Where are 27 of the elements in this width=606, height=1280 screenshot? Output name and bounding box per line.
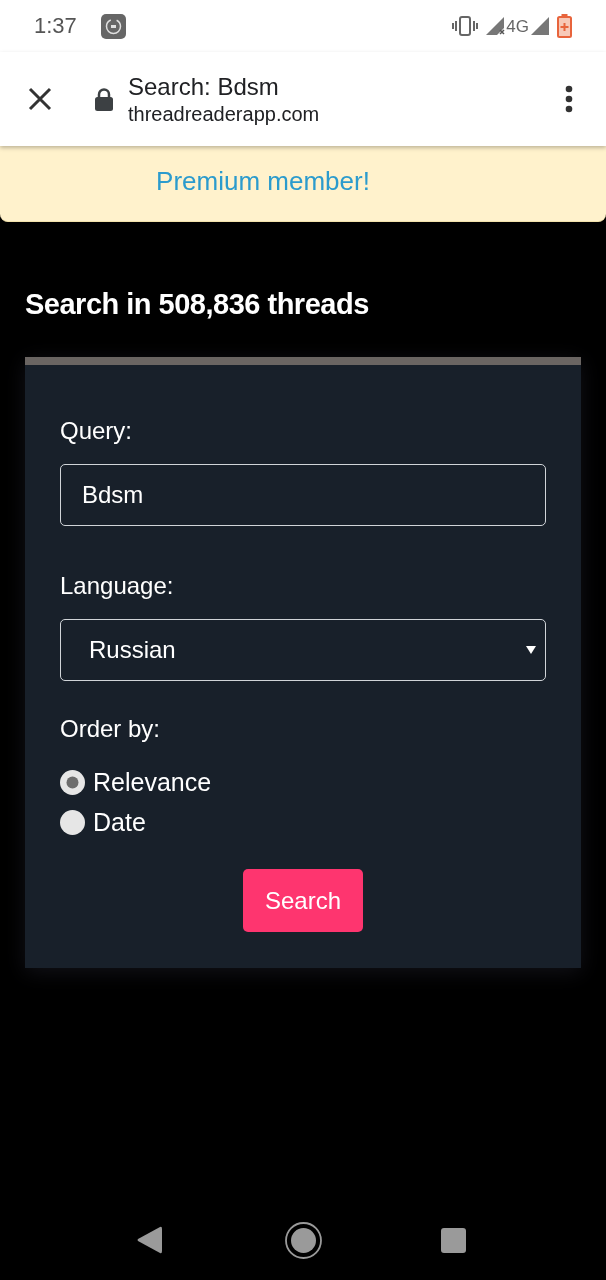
order-label: Order by: xyxy=(60,715,161,743)
query-label: Query: xyxy=(60,417,133,445)
back-icon[interactable] xyxy=(137,1226,162,1254)
language-select[interactable]: Russian xyxy=(60,619,546,681)
menu-icon[interactable] xyxy=(565,85,573,113)
home-icon[interactable] xyxy=(285,1221,322,1259)
radio-icon[interactable] xyxy=(60,769,85,795)
language-label: Language: xyxy=(60,572,174,600)
radio-icon[interactable] xyxy=(60,809,85,835)
signal-icon xyxy=(531,17,549,35)
query-input[interactable]: Bdsm xyxy=(60,464,546,526)
vibrate-icon xyxy=(452,16,479,36)
recents-icon[interactable] xyxy=(441,1227,466,1253)
network-type: 4G xyxy=(506,17,529,35)
clock-time: 1:37 xyxy=(34,15,77,37)
close-icon[interactable] xyxy=(28,87,52,111)
lock-icon xyxy=(95,87,113,111)
order-radio-option[interactable]: Date xyxy=(60,808,146,836)
caret-icon xyxy=(526,646,536,654)
page-url: threadreaderapp.com xyxy=(128,102,320,126)
order-radio-option[interactable]: Relevance xyxy=(60,768,212,796)
battery-icon xyxy=(557,14,572,38)
app-notification-icon xyxy=(100,13,126,39)
page-title: Search: Bdsm xyxy=(128,72,279,102)
search-button[interactable]: Search xyxy=(242,869,363,932)
search-heading: Search in 508,836 threads xyxy=(25,287,369,321)
signal-no-service-icon xyxy=(486,17,507,35)
